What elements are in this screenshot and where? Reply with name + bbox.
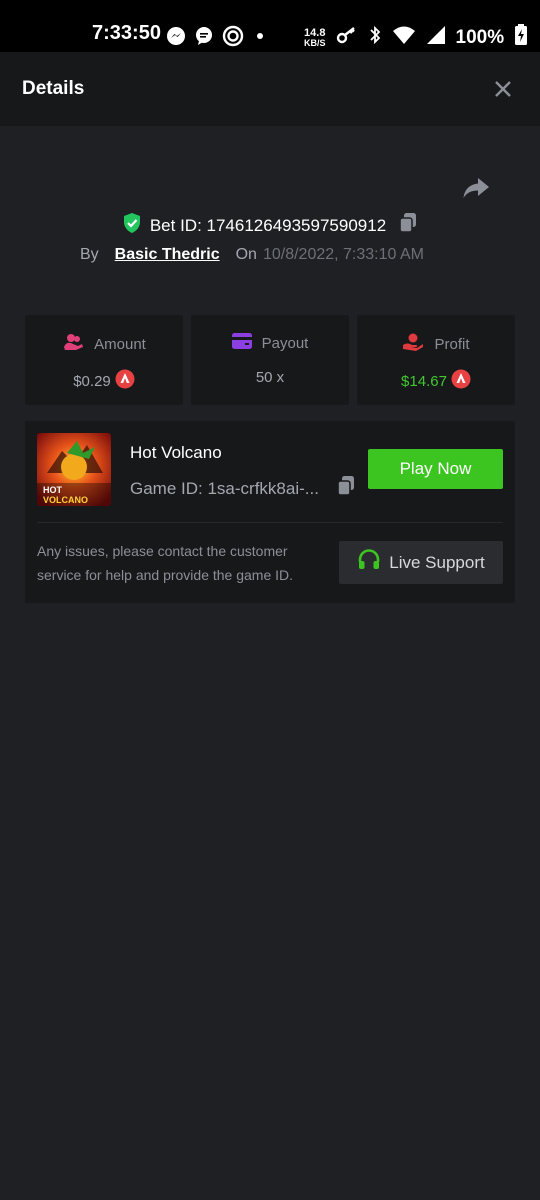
live-support-button[interactable]: Live Support bbox=[339, 541, 503, 584]
payout-value: 50 x bbox=[255, 369, 285, 386]
bet-id-row: Bet ID: 1746126493597590912 bbox=[0, 212, 540, 239]
verified-shield-icon bbox=[122, 212, 142, 239]
bet-owner-row: By Basic Thedric On 10/8/2022, 7:33:10 A… bbox=[80, 246, 424, 264]
play-now-button[interactable]: Play Now bbox=[368, 449, 503, 489]
amount-label: Amount bbox=[94, 335, 146, 353]
payout-card: Payout 50 x bbox=[191, 315, 349, 405]
game-name: Hot Volcano bbox=[130, 443, 222, 462]
notification-icons bbox=[166, 25, 268, 53]
payout-label: Payout bbox=[261, 334, 309, 352]
key-icon bbox=[336, 25, 358, 51]
battery-percent: 100% bbox=[455, 27, 505, 48]
dot-icon bbox=[252, 28, 268, 50]
amount-value: $0.29 bbox=[73, 372, 111, 390]
profit-label: Profit bbox=[434, 335, 470, 353]
avax-coin-icon bbox=[451, 369, 471, 393]
battery-charging-icon bbox=[514, 24, 528, 52]
amount-card: Amount $0.29 bbox=[25, 315, 183, 405]
bluetooth-icon bbox=[368, 25, 382, 51]
details-header: Details bbox=[0, 52, 540, 126]
by-label: By bbox=[80, 246, 99, 263]
game-thumbnail[interactable]: HOT VOLCANO bbox=[37, 433, 111, 506]
thumb-title-line2: VOLCANO bbox=[43, 495, 88, 505]
username-link[interactable]: Basic Thedric bbox=[115, 246, 220, 264]
profit-card: Profit $14.67 bbox=[357, 315, 515, 405]
wifi-icon bbox=[392, 25, 416, 51]
signal-icon bbox=[426, 25, 446, 51]
profit-hand-icon bbox=[402, 333, 424, 355]
payout-card-icon bbox=[231, 333, 252, 353]
bet-date: 10/8/2022, 7:33:10 AM bbox=[262, 246, 424, 263]
avax-coin-icon bbox=[115, 369, 135, 393]
status-time: 7:33:50 bbox=[92, 22, 161, 44]
support-help-text: Any issues, please contact the customer … bbox=[37, 543, 294, 583]
status-bar: 7:33:50 14.8 KB/S 100% bbox=[0, 0, 540, 52]
share-icon[interactable] bbox=[462, 176, 490, 205]
sync-icon bbox=[222, 25, 244, 53]
game-card: HOT VOLCANO Hot Volcano Game ID: 1sa-crf… bbox=[25, 421, 515, 603]
bet-id: Bet ID: 1746126493597590912 bbox=[149, 215, 387, 235]
profit-value: $14.67 bbox=[401, 372, 447, 390]
thumb-title-line1: HOT bbox=[43, 485, 63, 495]
bet-stats: Amount $0.29 Payout 50 x Profit $14.67 bbox=[25, 315, 515, 405]
net-speed-unit: KB/S bbox=[304, 38, 326, 48]
close-icon[interactable] bbox=[492, 78, 514, 105]
game-id-row: Game ID: 1sa-crfkk8ai-... bbox=[130, 475, 356, 502]
net-speed: 14.8 KB/S bbox=[304, 28, 326, 48]
copy-game-id-icon[interactable] bbox=[336, 475, 356, 502]
system-icons: 14.8 KB/S 100% bbox=[304, 24, 528, 52]
game-id: Game ID: 1sa-crfkk8ai-... bbox=[130, 478, 319, 498]
page-title: Details bbox=[22, 78, 85, 99]
divider bbox=[37, 522, 503, 523]
chat-icon bbox=[194, 26, 214, 52]
headset-icon bbox=[357, 548, 381, 577]
on-label: On bbox=[235, 246, 257, 263]
messenger-icon bbox=[166, 26, 186, 52]
live-support-label: Live Support bbox=[389, 552, 485, 572]
copy-icon[interactable] bbox=[398, 212, 418, 239]
amount-icon bbox=[62, 333, 84, 355]
